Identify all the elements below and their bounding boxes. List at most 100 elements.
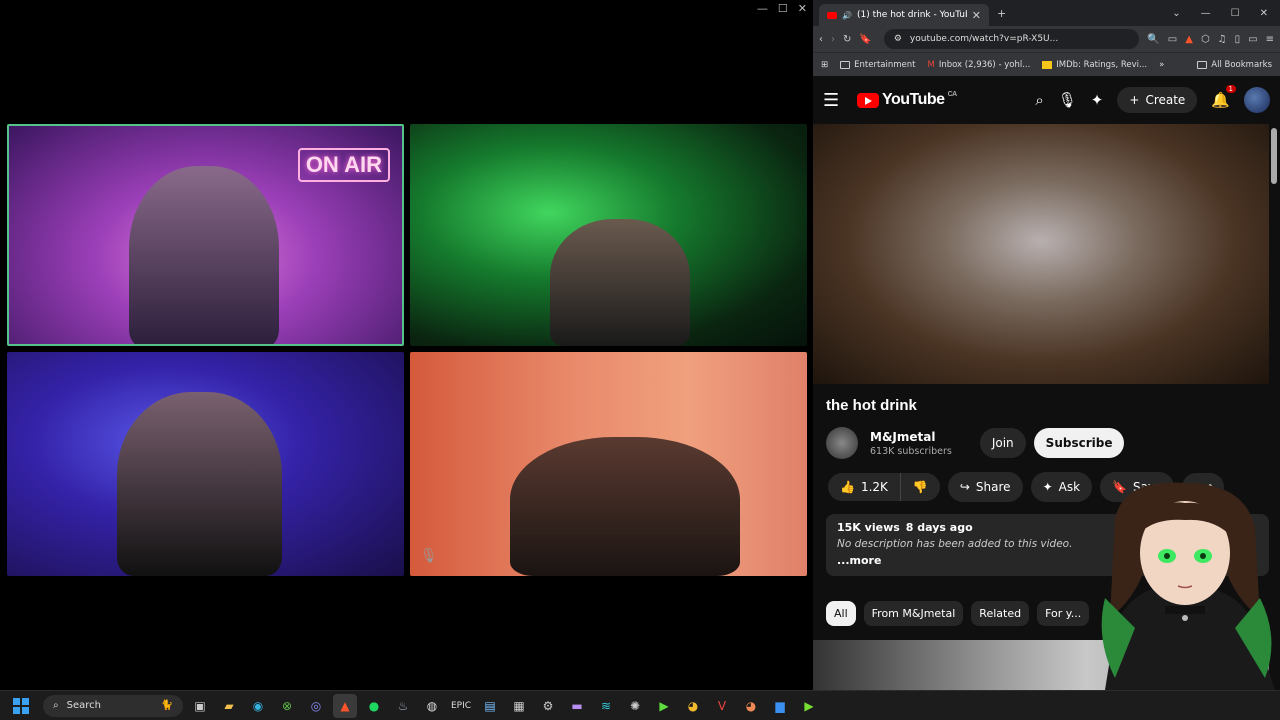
channel-avatar[interactable] — [826, 427, 858, 459]
address-bar-row: ‹ › ↻ 🔖 ⚙ youtube.com/watch?v=pR-X5U... … — [813, 26, 1280, 52]
chip-related[interactable]: Related — [971, 601, 1030, 626]
brave-shield-icon[interactable]: ▲ — [1185, 34, 1193, 45]
channel-row: M&Jmetal 613K subscribers Join Subscribe — [826, 424, 1266, 462]
tab-close-icon[interactable]: ✕ — [972, 9, 981, 22]
spotify-icon[interactable]: ● — [362, 694, 386, 718]
back-icon[interactable]: ‹ — [819, 34, 823, 45]
hamburger-menu-icon[interactable]: ☰ — [823, 90, 847, 111]
chrome-alt-icon[interactable]: ◕ — [739, 694, 763, 718]
extensions-icon[interactable]: ⬡ — [1201, 34, 1210, 45]
notepad-icon[interactable]: ▤ — [478, 694, 502, 718]
participant-tile-1[interactable]: ON AIR — [7, 124, 404, 346]
youtube-favicon-icon — [827, 11, 837, 19]
page-scrollbar[interactable] — [1271, 128, 1277, 184]
site-info-icon[interactable]: ⚙ — [894, 34, 902, 44]
youtube-logo-text: YouTube — [882, 91, 945, 108]
video-call-window: — ☐ ✕ ON AIR 🎙 — [0, 0, 813, 690]
green-play-icon[interactable]: ▶ — [797, 694, 821, 718]
bookmarks-bar: ⊞ Entertainment M Inbox (2,936) - yohl..… — [813, 52, 1280, 76]
chip-from-channel[interactable]: From M&Jmetal — [863, 601, 964, 626]
obs-icon[interactable]: ◍ — [420, 694, 444, 718]
mic-icon[interactable]: 🎙 — [1058, 91, 1077, 109]
settings-icon[interactable]: ⚙ — [536, 694, 560, 718]
maximize-icon[interactable]: ☐ — [778, 2, 788, 15]
file-explorer-icon[interactable]: ▰ — [217, 694, 241, 718]
tab-search-icon[interactable]: ⌄ — [1172, 8, 1180, 19]
streaming-app-icon[interactable]: ▶ — [652, 694, 676, 718]
speaker-icon: 🔊 — [842, 10, 852, 20]
all-bookmarks[interactable]: All Bookmarks — [1197, 60, 1272, 70]
account-avatar[interactable] — [1244, 87, 1270, 113]
youtube-play-icon — [857, 92, 879, 108]
share-button[interactable]: ↪ Share — [947, 472, 1023, 502]
brave-icon[interactable]: ▲ — [333, 693, 357, 718]
video-editor-icon[interactable]: ▬ — [565, 694, 589, 718]
chrome-icon[interactable]: ◕ — [681, 694, 705, 718]
cast-icon[interactable]: ▭ — [1168, 34, 1177, 45]
bookmark-label: Inbox (2,936) - yohl... — [938, 59, 1031, 70]
media-icon[interactable]: ♫ — [1218, 34, 1227, 45]
imdb-icon — [1042, 60, 1053, 69]
url-field[interactable]: ⚙ youtube.com/watch?v=pR-X5U... — [883, 29, 1140, 49]
join-button[interactable]: Join — [979, 428, 1026, 458]
close-icon[interactable]: ✕ — [798, 2, 807, 15]
taskbar-search[interactable]: ⌕ Search 🐈 — [43, 694, 183, 717]
gear-app-icon[interactable]: ✺ — [623, 694, 647, 718]
dislike-button[interactable]: 👎 — [901, 473, 940, 501]
sidebar-icon[interactable]: ▯ — [1235, 34, 1241, 45]
vtuber-avatar-overlay — [1101, 482, 1275, 690]
menu-icon[interactable]: ≡ — [1266, 34, 1274, 45]
discord-icon[interactable]: ◎ — [304, 694, 328, 718]
channel-name[interactable]: M&Jmetal — [870, 430, 952, 444]
wallet-icon[interactable]: ▭ — [1248, 34, 1257, 45]
view-count: 15K views — [837, 521, 900, 534]
search-icon[interactable]: ⌕ — [1035, 91, 1043, 109]
xbox-icon[interactable]: ⊗ — [275, 694, 299, 718]
notifications-button[interactable]: 🔔 1 — [1211, 85, 1236, 109]
new-tab-button[interactable]: + — [997, 7, 1006, 20]
ask-button[interactable]: ✦ Ask — [1030, 472, 1093, 502]
gemini-icon[interactable]: ✦ — [1091, 91, 1104, 109]
forward-icon[interactable]: › — [831, 34, 835, 45]
steam-icon[interactable]: ♨ — [391, 694, 415, 718]
chip-for-you[interactable]: For y... — [1037, 601, 1090, 626]
bookmark-icon[interactable]: 🔖 — [859, 34, 871, 45]
vivaldi-icon[interactable]: V — [710, 694, 734, 718]
bookmark-gmail[interactable]: M Inbox (2,936) - yohl... — [927, 60, 1030, 70]
reload-icon[interactable]: ↻ — [843, 34, 851, 45]
thumbs-down-icon: 👎 — [912, 480, 928, 494]
close-icon[interactable]: ✕ — [1260, 8, 1268, 19]
bookmark-entertainment[interactable]: Entertainment — [840, 60, 915, 70]
minimize-icon[interactable]: — — [757, 2, 768, 15]
gmail-icon: M — [927, 59, 935, 70]
search-label: Search — [66, 700, 101, 711]
create-button[interactable]: + Create — [1117, 87, 1198, 113]
bookmark-imdb[interactable]: IMDb: Ratings, Revi... — [1042, 60, 1147, 70]
participant-tile-4[interactable] — [410, 352, 807, 576]
maximize-icon[interactable]: ☐ — [1231, 8, 1240, 19]
youtube-logo[interactable]: YouTube CA — [857, 91, 957, 109]
call-window-controls: — ☐ ✕ — [757, 2, 807, 15]
tab-youtube[interactable]: 🔊 (1) the hot drink - YouTube ✕ — [819, 4, 989, 26]
participant-tile-2[interactable] — [410, 124, 807, 346]
calculator-icon[interactable]: ▦ — [507, 694, 531, 718]
participant-tile-3[interactable] — [7, 352, 404, 576]
subscribe-button[interactable]: Subscribe — [1033, 428, 1125, 458]
folder-icon — [1197, 60, 1208, 69]
task-view-icon[interactable]: ▣ — [188, 694, 212, 718]
audio-app-icon[interactable]: ≋ — [594, 694, 618, 718]
epic-games-icon[interactable]: EPIC — [449, 694, 473, 718]
apps-grid-icon[interactable]: ⊞ — [821, 60, 828, 70]
blue-app-icon[interactable]: ▆ — [768, 694, 792, 718]
chip-all[interactable]: All — [826, 601, 856, 626]
subscriber-count: 613K subscribers — [870, 445, 952, 457]
like-button[interactable]: 👍 1.2K — [828, 473, 901, 501]
video-player[interactable] — [813, 124, 1269, 384]
bookmarks-overflow-icon[interactable]: » — [1159, 60, 1164, 70]
start-button[interactable] — [10, 695, 32, 717]
share-icon: ↪ — [959, 480, 970, 494]
zoom-icon[interactable]: 🔍 — [1147, 34, 1159, 45]
minimize-icon[interactable]: — — [1201, 8, 1211, 19]
search-highlight-icon: 🐈 — [160, 700, 173, 711]
edge-icon[interactable]: ◉ — [246, 694, 270, 718]
